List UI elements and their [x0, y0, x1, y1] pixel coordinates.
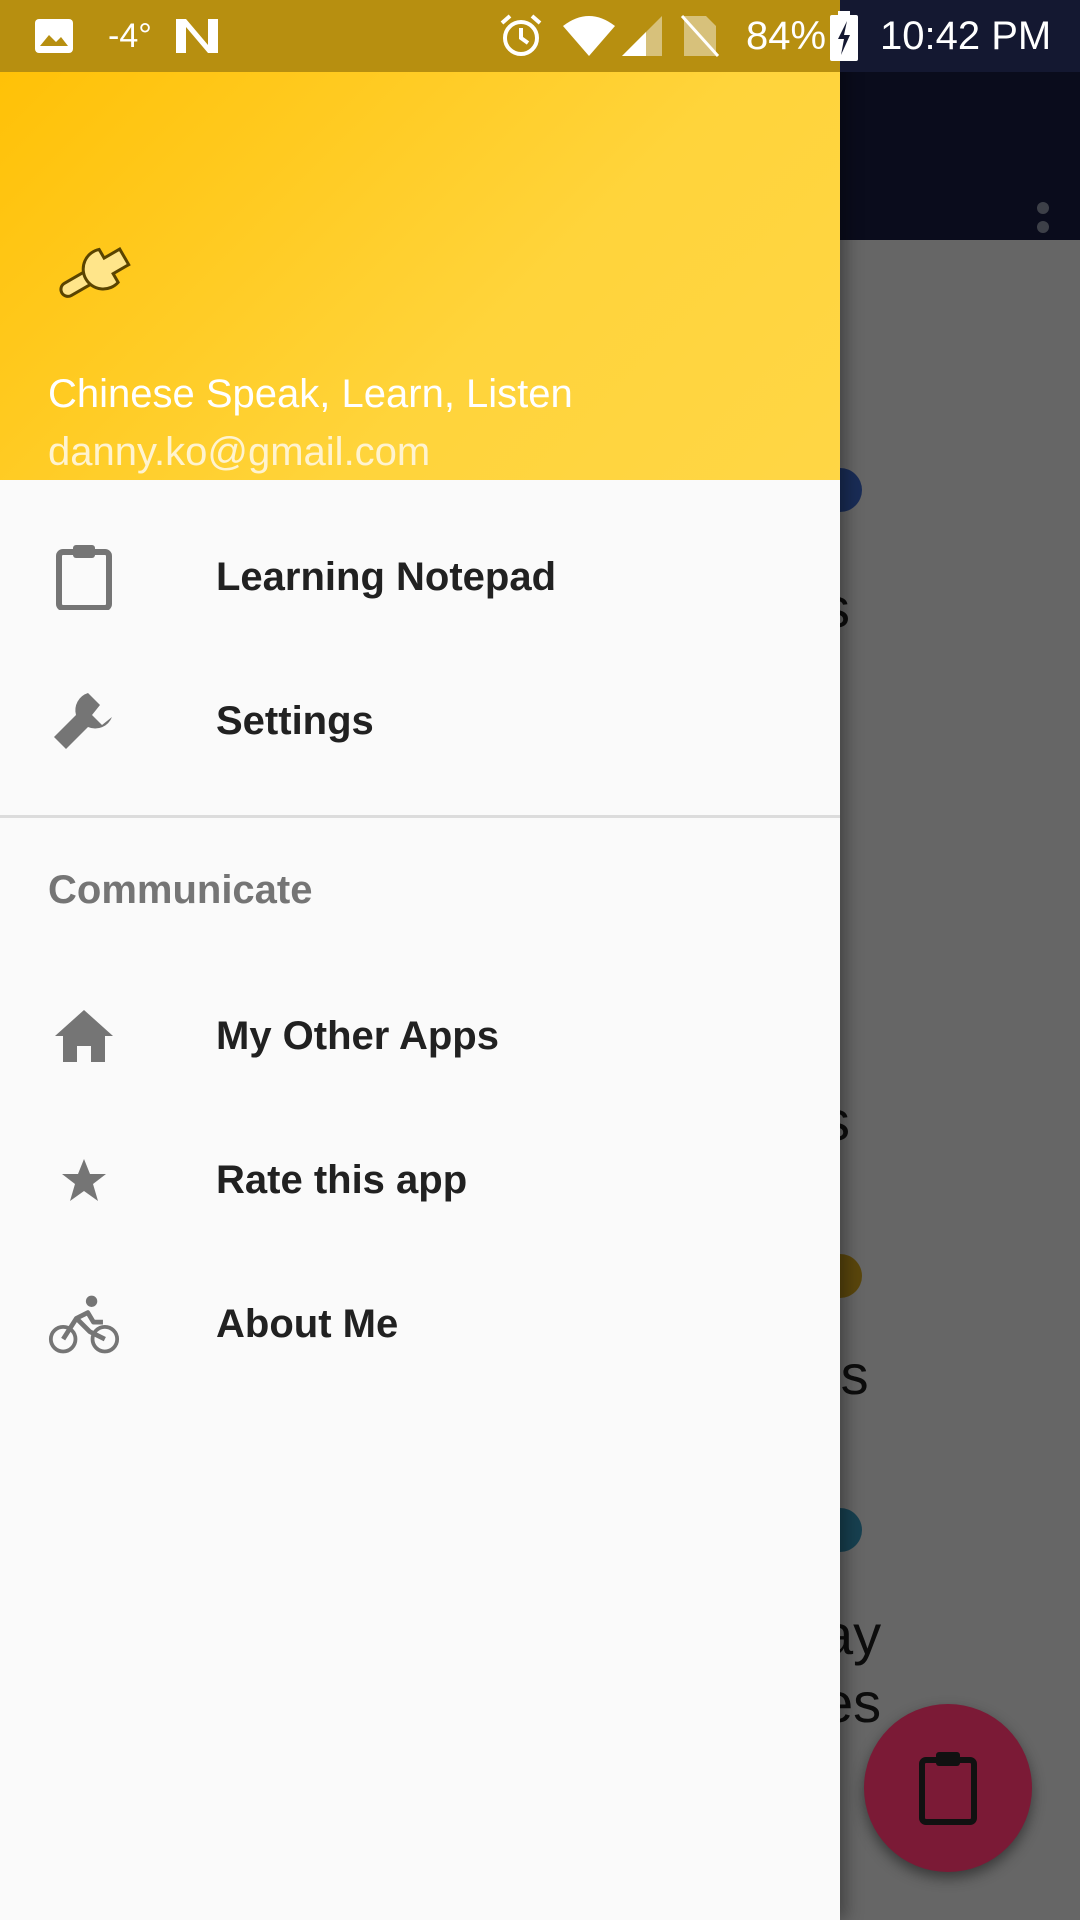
- status-bar: -4° 84% 10:42 PM: [0, 0, 1080, 72]
- menu-item-my-other-apps[interactable]: My Other Apps: [0, 964, 840, 1108]
- menu-item-rate-this-app[interactable]: Rate this app: [0, 1108, 840, 1252]
- clock-time: 10:42 PM: [880, 13, 1052, 58]
- menu-item-label: Rate this app: [216, 1157, 468, 1202]
- star-icon: [48, 1144, 120, 1216]
- home-icon: [48, 1000, 120, 1072]
- wifi-icon: [562, 0, 616, 72]
- navigation-drawer: Chinese Speak, Learn, Listen danny.ko@gm…: [0, 0, 840, 1920]
- account-email: danny.ko@gmail.com: [48, 430, 431, 474]
- menu-item-label: About Me: [216, 1301, 399, 1346]
- bike-icon: [48, 1288, 120, 1360]
- clipboard-icon: [48, 541, 120, 613]
- temperature-text: -4°: [108, 16, 152, 55]
- signal-icon: [620, 0, 664, 72]
- menu-item-label: My Other Apps: [216, 1013, 499, 1058]
- notepad-fab-button[interactable]: [864, 1704, 1032, 1872]
- drawer-divider: [0, 815, 840, 818]
- notification-n-icon: [174, 0, 220, 72]
- no-sim-icon: [680, 0, 720, 72]
- clipboard-icon: [919, 1752, 977, 1825]
- menu-item-label: Learning Notepad: [216, 554, 557, 599]
- image-icon: [34, 0, 74, 72]
- menu-item-settings[interactable]: Settings: [0, 649, 840, 793]
- battery-charging-icon: [830, 0, 858, 72]
- wrench-logo-icon: [59, 247, 131, 298]
- menu-item-label: Settings: [216, 698, 374, 743]
- menu-item-about-me[interactable]: About Me: [0, 1252, 840, 1396]
- menu-item-learning-notepad[interactable]: Learning Notepad: [0, 505, 840, 649]
- battery-text: 84%: [746, 13, 827, 58]
- drawer-header: Chinese Speak, Learn, Listen danny.ko@gm…: [0, 72, 840, 480]
- section-header-communicate: Communicate: [48, 868, 313, 912]
- alarm-icon: [498, 0, 544, 72]
- app-name: Chinese Speak, Learn, Listen: [48, 372, 573, 416]
- wrench-icon: [48, 685, 120, 757]
